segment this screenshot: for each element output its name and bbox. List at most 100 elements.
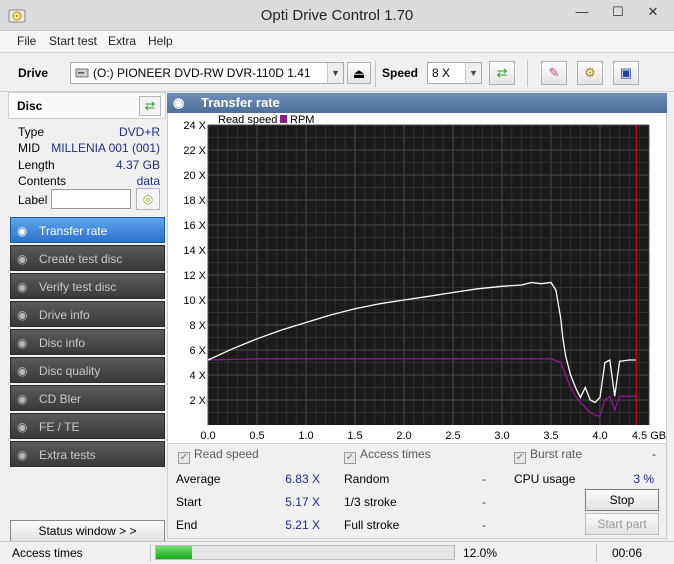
save-button[interactable]: ▣ (613, 61, 639, 85)
nav-label: Disc quality (39, 364, 101, 378)
menu-start-test[interactable]: Start test (49, 34, 97, 48)
nav-label: Create test disc (39, 252, 123, 266)
cpu-usage-value: 3 % (633, 472, 654, 486)
nav-disc-info[interactable]: ◉ Disc info (10, 329, 165, 355)
access-times-checkbox[interactable]: ✓ Access times (344, 447, 431, 464)
toolbar-divider (375, 60, 376, 87)
disc-icon: ◉ (17, 280, 28, 294)
status-divider (596, 544, 597, 562)
y-tick-label: 6 X (189, 345, 206, 357)
disc-contents-label: Contents (18, 174, 67, 188)
nav-label: Extra tests (39, 448, 96, 462)
nav-transfer-rate[interactable]: ◉ Transfer rate (10, 217, 165, 243)
nav-extra-tests[interactable]: ◉ Extra tests (10, 441, 165, 467)
nav-label: CD Bler (39, 392, 82, 406)
start-value: 5.17 X (285, 495, 320, 509)
disc-icon: ◉ (17, 364, 28, 378)
drive-select[interactable]: (O:) PIONEER DVD-RW DVR-110D 1.41 ▼ (70, 62, 344, 84)
disc-label-button[interactable]: ◎ (136, 188, 160, 210)
title-bar: Opti Drive Control 1.70 — ☐ ✕ (0, 0, 674, 31)
disc-refresh-button[interactable]: ⇄ (139, 96, 161, 116)
close-button[interactable]: ✕ (638, 0, 668, 24)
y-tick-label: 24 X (183, 120, 206, 132)
menu-bar: File Start test Extra Help (0, 31, 674, 51)
disc-icon: ◎ (142, 192, 154, 206)
eraser-icon: ✎ (548, 65, 560, 80)
settings-button[interactable]: ⚙ (577, 61, 603, 85)
nav-disc-quality[interactable]: ◉ Disc quality (10, 357, 165, 383)
drive-select-value: (O:) PIONEER DVD-RW DVR-110D 1.41 (93, 66, 311, 80)
checkmark-icon: ✓ (344, 452, 356, 464)
nav-fe-te[interactable]: ◉ FE / TE (10, 413, 165, 439)
speed-select[interactable]: 8 X ▼ (427, 62, 482, 84)
burst-rate-checkbox[interactable]: ✓ Burst rate (514, 447, 582, 464)
refresh-speed-button[interactable]: ⇄ (489, 61, 515, 85)
eject-icon: ⏏ (352, 66, 366, 81)
disc-contents-value: data (136, 174, 160, 188)
disc-label-input[interactable] (51, 189, 131, 209)
legend-rpm-swatch (280, 115, 287, 123)
x-tick-label: 2.0 (396, 430, 411, 442)
legend-rpm: RPM (290, 114, 314, 126)
cpu-usage-label: CPU usage (514, 472, 576, 486)
access-times-check-label: Access times (360, 447, 431, 461)
disc-type-value: DVD+R (118, 125, 160, 139)
one-third-stroke-value: - (482, 495, 486, 509)
x-tick-label: 4.5 GB (632, 430, 666, 442)
drive-icon (75, 68, 89, 78)
menu-help[interactable]: Help (148, 34, 173, 48)
status-window-button[interactable]: Status window > > (10, 520, 165, 542)
x-tick-label: 1.0 (298, 430, 313, 442)
y-tick-label: 16 X (183, 220, 206, 232)
one-third-stroke-label: 1/3 stroke (344, 495, 397, 509)
nav-verify-test-disc[interactable]: ◉ Verify test disc (10, 273, 165, 299)
minimize-button[interactable]: — (567, 0, 597, 24)
panel-title: Transfer rate (201, 95, 280, 110)
disc-mid-label: MID (18, 141, 40, 155)
full-stroke-value: - (482, 518, 486, 532)
eject-button[interactable]: ⏏ (347, 62, 371, 84)
random-label: Random (344, 472, 390, 486)
y-tick-label: 8 X (189, 320, 206, 332)
drive-toolbar: Drive (O:) PIONEER DVD-RW DVR-110D 1.41 … (0, 52, 674, 92)
y-tick-label: 14 X (183, 245, 206, 257)
nav-drive-info[interactable]: ◉ Drive info (10, 301, 165, 327)
y-tick-label: 22 X (183, 145, 206, 157)
chart-svg: 0.0 0.5 1.0 1.5 2.0 2.5 3.0 3.5 4.0 4.5 GB 2 X 4 X 6… (183, 114, 666, 442)
nav-cd-bler[interactable]: ◉ CD Bler (10, 385, 165, 411)
start-part-button[interactable]: Start part (585, 513, 659, 535)
y-tick-label: 20 X (183, 170, 206, 182)
disc-label-label: Label (18, 193, 48, 207)
menu-extra[interactable]: Extra (108, 34, 136, 48)
disc-title: Disc (17, 99, 43, 113)
transfer-rate-chart: 0.0 0.5 1.0 1.5 2.0 2.5 3.0 3.5 4.0 4.5 GB 2 X 4 X 6… (167, 113, 667, 443)
disc-header: Disc ⇄ (8, 92, 166, 119)
disc-icon: ◉ (17, 448, 28, 462)
y-tick-label: 4 X (189, 370, 206, 382)
start-label: Start (176, 495, 202, 509)
chevron-down-icon: ▼ (327, 63, 343, 83)
average-label: Average (176, 472, 221, 486)
erase-button[interactable]: ✎ (541, 61, 567, 85)
full-stroke-label: Full stroke (344, 518, 400, 532)
random-value: - (482, 472, 486, 486)
disc-icon: ◉ (17, 252, 28, 266)
x-tick-label: 3.5 (543, 430, 558, 442)
nav-create-test-disc[interactable]: ◉ Create test disc (10, 245, 165, 271)
panel-header: ◉ Transfer rate (167, 93, 667, 113)
maximize-button[interactable]: ☐ (603, 0, 633, 24)
stop-button[interactable]: Stop (585, 489, 659, 511)
progress-percent: 12.0% (463, 546, 498, 560)
checkmark-icon: ✓ (514, 452, 526, 464)
end-value: 5.21 X (285, 518, 320, 532)
refresh-icon: ⇄ (496, 65, 508, 80)
status-bar: Access times 12.0% 00:06 (0, 541, 674, 564)
read-speed-checkbox[interactable]: ✓ Read speed (178, 447, 259, 464)
menu-file[interactable]: File (17, 34, 36, 48)
y-tick-label: 10 X (183, 295, 206, 307)
stats-panel: ✓ Read speed ✓ Access times ✓ Burst rate - … (167, 443, 667, 539)
disc-icon: ◉ (17, 336, 28, 350)
disc-type-label: Type (18, 125, 45, 139)
disc-mid-value: MILLENIA 001 (001) (51, 141, 160, 155)
x-tick-label: 1.5 (347, 430, 362, 442)
